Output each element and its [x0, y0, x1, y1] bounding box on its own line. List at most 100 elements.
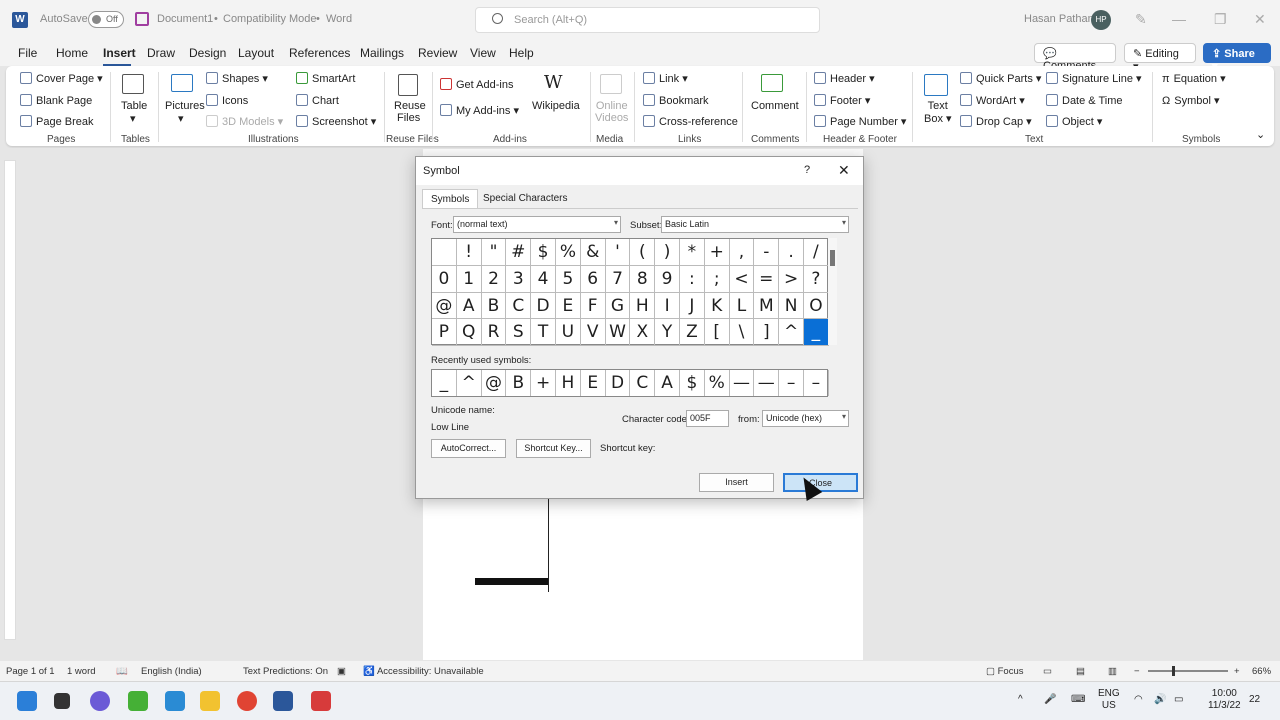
- symbol-cell[interactable]: X: [630, 319, 656, 346]
- symbol-cell[interactable]: B: [481, 292, 507, 320]
- symbol-cell[interactable]: J: [680, 292, 705, 320]
- symbol-cell[interactable]: G: [605, 292, 631, 320]
- recent-symbol-cell[interactable]: A: [655, 370, 680, 396]
- symbol-cell[interactable]: M: [754, 292, 780, 320]
- footer-button[interactable]: Footer ▾: [814, 94, 870, 107]
- bookmark-button[interactable]: Bookmark: [643, 94, 709, 107]
- symbol-cell[interactable]: =: [754, 265, 780, 293]
- pictures-button[interactable]: Pictures: [165, 100, 205, 112]
- tab-insert[interactable]: Insert: [103, 46, 136, 60]
- close-window-icon[interactable]: ✕: [1254, 11, 1266, 28]
- symbol-cell[interactable]: D: [531, 292, 556, 320]
- symbol-cell[interactable]: @: [432, 292, 457, 320]
- recent-symbol-cell[interactable]: $: [680, 370, 705, 396]
- notepad-icon[interactable]: [165, 691, 185, 711]
- recent-symbol-cell[interactable]: H: [556, 370, 581, 396]
- minimize-icon[interactable]: —: [1172, 11, 1186, 27]
- subset-select[interactable]: Basic Latin ▾: [661, 216, 849, 233]
- symbol-cell[interactable]: 6: [580, 265, 606, 293]
- recent-symbol-cell[interactable]: –: [779, 370, 804, 396]
- zoom-slider[interactable]: [1148, 666, 1228, 676]
- zoom-out-icon[interactable]: −: [1134, 666, 1140, 677]
- signature-line-button[interactable]: Signature Line ▾: [1046, 72, 1142, 85]
- dialog-close-icon[interactable]: ✕: [838, 162, 850, 179]
- object-button[interactable]: Object ▾: [1046, 115, 1102, 128]
- recent-symbol-cell[interactable]: D: [606, 370, 631, 396]
- search-input[interactable]: Search (Alt+Q): [475, 7, 820, 33]
- symbol-cell[interactable]: 3: [506, 265, 532, 293]
- symbol-cell[interactable]: O: [804, 292, 829, 320]
- font-select[interactable]: (normal text) ▾: [453, 216, 621, 233]
- symbol-cell[interactable]: *: [680, 239, 705, 266]
- word-taskbar-icon[interactable]: [273, 691, 293, 711]
- recent-symbol-cell[interactable]: —: [730, 370, 755, 396]
- recent-symbol-cell[interactable]: C: [630, 370, 656, 396]
- symbol-cell[interactable]: ,: [729, 239, 755, 266]
- comments-button[interactable]: 💬 Comments: [1034, 43, 1116, 72]
- wikipedia-button[interactable]: Wikipedia: [532, 100, 580, 112]
- language-indicator[interactable]: ENG US: [1098, 688, 1120, 712]
- recent-symbol-cell[interactable]: –: [804, 370, 829, 396]
- volume-icon[interactable]: 🔊: [1154, 694, 1166, 705]
- recent-symbol-cell[interactable]: E: [581, 370, 606, 396]
- recent-symbol-cell[interactable]: ^: [457, 370, 482, 396]
- symbol-cell[interactable]: #: [506, 239, 532, 266]
- tab-review[interactable]: Review: [418, 46, 457, 60]
- tab-help[interactable]: Help: [509, 46, 534, 60]
- pen-icon[interactable]: ✎: [1135, 11, 1147, 28]
- battery-icon[interactable]: ▭: [1174, 694, 1183, 705]
- symbol-cell[interactable]: T: [531, 319, 556, 346]
- recent-symbol-cell[interactable]: —: [754, 370, 780, 396]
- get-addins-button[interactable]: Get Add-ins: [440, 78, 513, 91]
- web-layout-icon[interactable]: ▥: [1108, 666, 1117, 677]
- symbol-cell[interactable]: Y: [655, 319, 680, 346]
- symbol-cell[interactable]: %: [556, 239, 581, 266]
- wordart-button[interactable]: WordArt ▾: [960, 94, 1025, 107]
- symbol-cell[interactable]: 5: [556, 265, 581, 293]
- symbol-cell[interactable]: P: [432, 319, 457, 346]
- tab-symbols[interactable]: Symbols: [422, 189, 479, 209]
- quick-parts-button[interactable]: Quick Parts ▾: [960, 72, 1041, 85]
- symbol-cell[interactable]: !: [456, 239, 482, 266]
- from-select[interactable]: Unicode (hex) ▾: [762, 410, 849, 427]
- tab-mailings[interactable]: Mailings: [360, 46, 404, 60]
- symbol-cell[interactable]: +: [704, 239, 730, 266]
- symbol-cell[interactable]: ?: [804, 265, 829, 293]
- word-count[interactable]: 1 word: [67, 666, 96, 677]
- text-box-button[interactable]: Text Box ▾: [924, 100, 952, 125]
- symbol-cell[interactable]: /: [804, 239, 829, 266]
- my-addins-button[interactable]: My Add-ins ▾: [440, 104, 519, 117]
- drop-cap-button[interactable]: Drop Cap ▾: [960, 115, 1032, 128]
- zoom-level[interactable]: 66%: [1252, 666, 1271, 677]
- language-status[interactable]: English (India): [141, 666, 202, 677]
- symbol-cell[interactable]: (: [630, 239, 656, 266]
- symbol-cell[interactable]: 2: [481, 265, 507, 293]
- symbol-cell[interactable]: ): [655, 239, 680, 266]
- file-explorer-icon[interactable]: [200, 691, 220, 711]
- tab-references[interactable]: References: [289, 46, 350, 60]
- chart-button[interactable]: Chart: [296, 94, 339, 107]
- link-button[interactable]: Link ▾: [643, 72, 688, 85]
- recent-symbol-cell[interactable]: %: [705, 370, 730, 396]
- tab-file[interactable]: File: [18, 46, 37, 60]
- shortcut-key-button[interactable]: Shortcut Key...: [516, 439, 591, 458]
- symbol-cell[interactable]: -: [754, 239, 780, 266]
- symbol-cell[interactable]: N: [779, 292, 804, 320]
- recent-symbol-cell[interactable]: @: [482, 370, 507, 396]
- accessibility-status[interactable]: ♿ Accessibility: Unavailable: [363, 666, 484, 677]
- symbol-cell[interactable]: <: [729, 265, 755, 293]
- save-icon[interactable]: [135, 12, 149, 26]
- microphone-icon[interactable]: 🎤: [1044, 694, 1056, 705]
- recorder-icon[interactable]: [311, 691, 331, 711]
- page-break-button[interactable]: Page Break: [20, 115, 93, 128]
- symbol-cell[interactable]: ': [605, 239, 631, 266]
- proofing-icon[interactable]: 📖: [116, 666, 128, 677]
- page-number-button[interactable]: Page Number ▾: [814, 115, 906, 128]
- symbol-cell[interactable]: S: [506, 319, 532, 346]
- symbol-cell[interactable]: I: [655, 292, 680, 320]
- symbol-cell[interactable]: 8: [630, 265, 656, 293]
- symbol-cell[interactable]: >: [779, 265, 804, 293]
- tab-layout[interactable]: Layout: [238, 46, 274, 60]
- date-time-button[interactable]: Date & Time: [1046, 94, 1123, 107]
- icons-button[interactable]: Icons: [206, 94, 248, 107]
